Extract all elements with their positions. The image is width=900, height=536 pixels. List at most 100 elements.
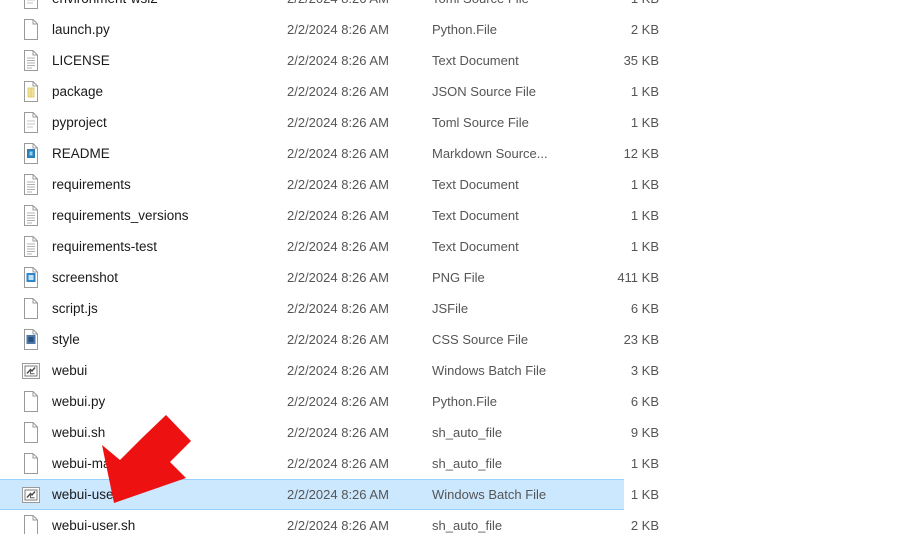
file-row[interactable]: README2/2/2024 8:26 AMMarkdown Source...…: [0, 138, 900, 169]
markdown-file-icon: [18, 143, 44, 164]
file-row[interactable]: webui.py2/2/2024 8:26 AMPython.File6 KB: [0, 386, 900, 417]
file-size: 1 KB: [597, 177, 659, 192]
text-file-icon: [18, 236, 44, 257]
file-row-clipped-bottom[interactable]: webui-user.sh2/2/2024 8:26 AMsh_auto_fil…: [0, 510, 900, 534]
file-size: 1 KB: [597, 208, 659, 223]
file-date-modified: 2/2/2024 8:26 AM: [287, 22, 432, 37]
file-type: CSS Source File: [432, 332, 597, 347]
file-type: Toml Source File: [432, 0, 597, 6]
file-date-modified: 2/2/2024 8:26 AM: [287, 0, 432, 6]
file-date-modified: 2/2/2024 8:26 AM: [287, 456, 432, 471]
file-row[interactable]: LICENSE2/2/2024 8:26 AMText Document35 K…: [0, 45, 900, 76]
blank-file-icon: [18, 391, 44, 412]
file-row[interactable]: screenshot2/2/2024 8:26 AMPNG File411 KB: [0, 262, 900, 293]
file-date-modified: 2/2/2024 8:26 AM: [287, 518, 432, 533]
file-name[interactable]: webui-macos: [44, 456, 287, 471]
file-date-modified: 2/2/2024 8:26 AM: [287, 270, 432, 285]
file-date-modified: 2/2/2024 8:26 AM: [287, 53, 432, 68]
toml-file-icon: [18, 112, 44, 133]
file-size: 1 KB: [597, 115, 659, 130]
file-type: sh_auto_file: [432, 518, 597, 533]
file-name[interactable]: requirements_versions: [44, 208, 287, 223]
file-name[interactable]: webui: [44, 363, 287, 378]
file-row[interactable]: pyproject2/2/2024 8:26 AMToml Source Fil…: [0, 107, 900, 138]
file-date-modified: 2/2/2024 8:26 AM: [287, 208, 432, 223]
file-size: 1 KB: [597, 0, 659, 6]
file-type: Python.File: [432, 394, 597, 409]
file-size: 1 KB: [597, 487, 659, 502]
file-type: Python.File: [432, 22, 597, 37]
file-name[interactable]: webui.sh: [44, 425, 287, 440]
file-size: 35 KB: [597, 53, 659, 68]
file-row[interactable]: launch.py2/2/2024 8:26 AMPython.File2 KB: [0, 14, 900, 45]
file-date-modified: 2/2/2024 8:26 AM: [287, 332, 432, 347]
file-size: 2 KB: [597, 22, 659, 37]
blank-file-icon: [18, 19, 44, 40]
text-file-icon: [18, 174, 44, 195]
file-type: Text Document: [432, 53, 597, 68]
file-name[interactable]: requirements-test: [44, 239, 287, 254]
blank-file-icon: [18, 298, 44, 319]
blank-file-icon: [18, 422, 44, 443]
json-file-icon: [18, 81, 44, 102]
file-date-modified: 2/2/2024 8:26 AM: [287, 363, 432, 378]
file-row[interactable]: webui-user.sh2/2/2024 8:26 AMsh_auto_fil…: [0, 510, 900, 534]
file-date-modified: 2/2/2024 8:26 AM: [287, 239, 432, 254]
png-file-icon: [18, 267, 44, 288]
file-row[interactable]: script.js2/2/2024 8:26 AMJSFile6 KB: [0, 293, 900, 324]
file-type: sh_auto_file: [432, 456, 597, 471]
css-file-icon: [18, 329, 44, 350]
file-type: sh_auto_file: [432, 425, 597, 440]
file-name[interactable]: package: [44, 84, 287, 99]
file-size: 23 KB: [597, 332, 659, 347]
file-name[interactable]: webui-user.sh: [44, 518, 287, 533]
file-date-modified: 2/2/2024 8:26 AM: [287, 487, 432, 502]
file-name[interactable]: README: [44, 146, 287, 161]
file-row[interactable]: requirements_versions2/2/2024 8:26 AMTex…: [0, 200, 900, 231]
file-row[interactable]: webui-macos2/2/2024 8:26 AMsh_auto_file1…: [0, 448, 900, 479]
file-type: PNG File: [432, 270, 597, 285]
file-name[interactable]: environment-wsl2: [44, 0, 287, 6]
file-size: 6 KB: [597, 394, 659, 409]
file-size: 1 KB: [597, 84, 659, 99]
file-row[interactable]: webui.sh2/2/2024 8:26 AMsh_auto_file9 KB: [0, 417, 900, 448]
file-row[interactable]: webui2/2/2024 8:26 AMWindows Batch File3…: [0, 355, 900, 386]
file-type: Text Document: [432, 239, 597, 254]
file-row[interactable]: environment-wsl22/2/2024 8:26 AMToml Sou…: [0, 0, 900, 14]
batch-file-icon: [18, 361, 44, 381]
file-size: 2 KB: [597, 518, 659, 533]
file-type: Toml Source File: [432, 115, 597, 130]
file-date-modified: 2/2/2024 8:26 AM: [287, 146, 432, 161]
file-name[interactable]: style: [44, 332, 287, 347]
file-row[interactable]: webui-user2/2/2024 8:26 AMWindows Batch …: [0, 479, 624, 510]
file-type: Windows Batch File: [432, 363, 597, 378]
file-name[interactable]: script.js: [44, 301, 287, 316]
file-date-modified: 2/2/2024 8:26 AM: [287, 394, 432, 409]
blank-file-icon: [18, 453, 44, 474]
file-name[interactable]: screenshot: [44, 270, 287, 285]
file-name[interactable]: webui.py: [44, 394, 287, 409]
blank-file-icon: [18, 515, 44, 534]
file-size: 6 KB: [597, 301, 659, 316]
file-row[interactable]: style2/2/2024 8:26 AMCSS Source File23 K…: [0, 324, 900, 355]
file-name[interactable]: launch.py: [44, 22, 287, 37]
file-name[interactable]: requirements: [44, 177, 287, 192]
file-type: JSON Source File: [432, 84, 597, 99]
file-size: 411 KB: [597, 270, 659, 285]
file-row[interactable]: package2/2/2024 8:26 AMJSON Source File1…: [0, 76, 900, 107]
file-row-clipped-top[interactable]: environment-wsl22/2/2024 8:26 AMToml Sou…: [0, 0, 900, 14]
file-date-modified: 2/2/2024 8:26 AM: [287, 425, 432, 440]
file-list[interactable]: environment-wsl22/2/2024 8:26 AMToml Sou…: [0, 0, 900, 536]
file-row[interactable]: requirements2/2/2024 8:26 AMText Documen…: [0, 169, 900, 200]
file-date-modified: 2/2/2024 8:26 AM: [287, 301, 432, 316]
file-name[interactable]: webui-user: [44, 487, 287, 502]
file-type: Markdown Source...: [432, 146, 597, 161]
file-name[interactable]: pyproject: [44, 115, 287, 130]
file-type: Text Document: [432, 177, 597, 192]
file-date-modified: 2/2/2024 8:26 AM: [287, 177, 432, 192]
file-type: Text Document: [432, 208, 597, 223]
file-size: 3 KB: [597, 363, 659, 378]
file-type: JSFile: [432, 301, 597, 316]
file-name[interactable]: LICENSE: [44, 53, 287, 68]
file-row[interactable]: requirements-test2/2/2024 8:26 AMText Do…: [0, 231, 900, 262]
